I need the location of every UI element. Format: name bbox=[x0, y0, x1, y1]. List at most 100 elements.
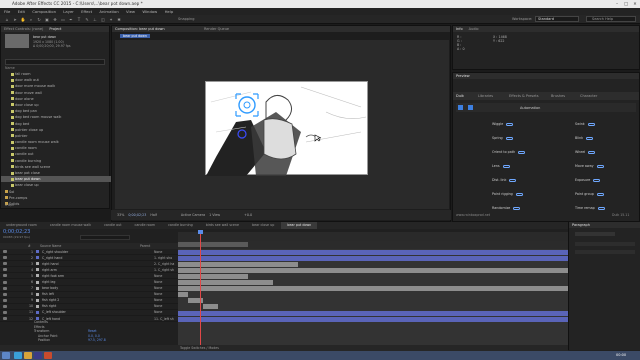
explorer-icon[interactable] bbox=[24, 352, 32, 359]
col-number[interactable]: # bbox=[28, 244, 31, 248]
home-icon[interactable]: ⌂ bbox=[4, 17, 10, 22]
layer-parent-select[interactable]: None bbox=[154, 304, 162, 308]
layer-duration-bar[interactable] bbox=[178, 286, 568, 292]
menu-layer[interactable]: Layer bbox=[63, 9, 74, 14]
controller-target-icon[interactable] bbox=[234, 92, 260, 118]
layer-label-color[interactable] bbox=[36, 292, 39, 296]
views-select[interactable]: 1 View bbox=[209, 213, 220, 217]
visibility-eye-icon[interactable] bbox=[3, 256, 7, 260]
layer-label-color[interactable] bbox=[36, 262, 39, 266]
timeline-tab[interactable]: candle room mouse walk bbox=[44, 222, 97, 229]
camera-select[interactable]: Active Camera bbox=[181, 213, 205, 217]
duik-rig-icon[interactable] bbox=[468, 105, 473, 110]
paragraph-space-fields[interactable] bbox=[575, 250, 635, 254]
col-parent[interactable]: Parent bbox=[140, 244, 150, 248]
layer-parent-select[interactable]: None bbox=[154, 250, 162, 254]
layer-name[interactable]: C_right shoulder bbox=[42, 250, 102, 254]
pen-tool-icon[interactable]: ✒ bbox=[68, 17, 74, 22]
duik-website-link[interactable]: www.rainboxprod.net bbox=[456, 213, 490, 217]
ie-icon[interactable] bbox=[14, 352, 22, 359]
layer-parent-select[interactable]: None bbox=[154, 298, 162, 302]
paragraph-align-buttons[interactable] bbox=[575, 232, 615, 236]
roto-tool-icon[interactable]: ✦ bbox=[108, 17, 114, 22]
visibility-eye-icon[interactable] bbox=[3, 280, 7, 284]
timeline-tab[interactable]: candle burning bbox=[162, 222, 199, 229]
layer-parent-select[interactable]: 1. C_right sh bbox=[154, 268, 174, 272]
visibility-eye-icon[interactable] bbox=[3, 304, 7, 308]
visibility-eye-icon[interactable] bbox=[3, 274, 7, 278]
layer-duration-bar[interactable] bbox=[178, 273, 248, 279]
timeline-tab[interactable]: birds see wall scene bbox=[200, 222, 245, 229]
layer-name[interactable]: right leg bbox=[42, 280, 102, 284]
puppet-tool-icon[interactable]: ✱ bbox=[116, 17, 122, 22]
media-app-icon[interactable] bbox=[44, 352, 52, 359]
layer-label-color[interactable] bbox=[36, 256, 39, 260]
visibility-eye-icon[interactable] bbox=[3, 298, 7, 302]
exposure-value[interactable]: +0.0 bbox=[244, 213, 252, 217]
tab-libraries[interactable]: Libraries bbox=[478, 94, 493, 98]
layer-label-color[interactable] bbox=[36, 310, 39, 314]
zoom-tool-icon[interactable]: ⌕ bbox=[28, 17, 34, 22]
duik-item-right[interactable]: Swink bbox=[575, 122, 595, 126]
duik-home-icon[interactable] bbox=[458, 105, 463, 110]
tab-render-queue[interactable]: Render Queue bbox=[204, 27, 229, 31]
visibility-eye-icon[interactable] bbox=[3, 310, 7, 314]
layer-label-color[interactable] bbox=[36, 304, 39, 308]
duik-item-right[interactable]: Move away bbox=[575, 164, 604, 168]
visibility-eye-icon[interactable] bbox=[3, 268, 7, 272]
layer-label-color[interactable] bbox=[36, 268, 39, 272]
layer-duration-bar[interactable] bbox=[178, 267, 568, 273]
timeline-tab[interactable]: candle out bbox=[98, 222, 127, 229]
duik-item-right[interactable]: Blink bbox=[575, 136, 594, 140]
paragraph-indent-fields[interactable] bbox=[575, 242, 635, 246]
start-button-icon[interactable] bbox=[2, 352, 10, 359]
layer-duration-bar[interactable] bbox=[178, 255, 568, 261]
layer-label-color[interactable] bbox=[36, 298, 39, 302]
layer-label-color[interactable] bbox=[36, 274, 39, 278]
layer-parent-select[interactable]: None bbox=[154, 292, 162, 296]
project-name-column[interactable]: Name bbox=[5, 66, 15, 70]
project-search-input[interactable] bbox=[5, 59, 105, 65]
layer-duration-bar[interactable] bbox=[203, 304, 218, 310]
visibility-eye-icon[interactable] bbox=[3, 317, 7, 321]
tab-duik[interactable]: Duik bbox=[456, 94, 464, 98]
duik-item-left[interactable]: Randomize bbox=[492, 206, 521, 210]
rectangle-tool-icon[interactable]: ▭ bbox=[60, 17, 66, 22]
workspace-select[interactable]: Standard bbox=[535, 16, 579, 22]
menu-composition[interactable]: Composition bbox=[32, 9, 56, 14]
tab-info[interactable]: Info bbox=[456, 26, 463, 32]
visibility-eye-icon[interactable] bbox=[3, 292, 7, 296]
timeline-tab[interactable]: underground room bbox=[0, 222, 43, 229]
project-folder[interactable]: Solids bbox=[1, 201, 111, 207]
layer-name[interactable]: right foot arm bbox=[42, 274, 102, 278]
layer-duration-bar[interactable] bbox=[178, 280, 273, 285]
menu-file[interactable]: File bbox=[4, 9, 10, 14]
timeline-search-input[interactable] bbox=[80, 235, 130, 240]
layer-duration-bar[interactable] bbox=[178, 316, 568, 322]
comp-timecode[interactable]: 0;00;02;23 bbox=[128, 213, 146, 217]
visibility-eye-icon[interactable] bbox=[3, 250, 7, 254]
layer-name[interactable]: right arm bbox=[42, 268, 102, 272]
tab-project[interactable]: Project bbox=[49, 26, 61, 32]
visibility-eye-icon[interactable] bbox=[3, 262, 7, 266]
layer-name[interactable]: fish right bbox=[42, 304, 102, 308]
tab-effect-controls[interactable]: Effect Controls: (none) bbox=[4, 26, 43, 32]
layer-parent-select[interactable]: None bbox=[154, 286, 162, 290]
after-effects-icon[interactable] bbox=[34, 352, 42, 359]
duik-item-right[interactable]: Paint group bbox=[575, 192, 604, 196]
duik-item-right[interactable]: Time remap bbox=[575, 206, 605, 210]
layer-parent-select[interactable]: 11. C_left sh bbox=[154, 317, 174, 321]
camera-tool-icon[interactable]: ▣ bbox=[44, 17, 50, 22]
timeline-ruler[interactable] bbox=[178, 232, 568, 241]
selection-tool-icon[interactable]: ➤ bbox=[12, 17, 18, 22]
resolution-select[interactable]: Half bbox=[150, 213, 157, 217]
snapping-label[interactable]: Snapping bbox=[178, 17, 194, 21]
brush-tool-icon[interactable]: ✎ bbox=[84, 17, 90, 22]
menu-effect[interactable]: Effect bbox=[81, 9, 92, 14]
layer-row[interactable]: 12 C_left hand 11. C_left sh bbox=[0, 316, 178, 323]
layer-parent-select[interactable]: 1. right sho bbox=[154, 256, 172, 260]
duik-item-right[interactable]: Exposure bbox=[575, 178, 601, 182]
timeline-tab[interactable]: bear close up bbox=[246, 222, 280, 229]
tab-effects-presets[interactable]: Effects & Presets bbox=[509, 94, 539, 98]
layer-parent-select[interactable]: 2. C_right ha bbox=[154, 262, 174, 266]
